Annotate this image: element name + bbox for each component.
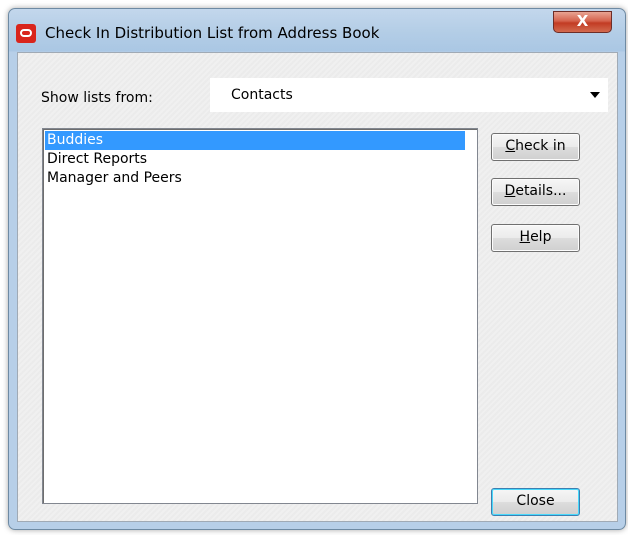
details-mnemonic: D	[504, 183, 516, 199]
chevron-down-icon[interactable]	[590, 92, 600, 98]
distribution-list-box[interactable]: Buddies Direct Reports Manager and Peers	[42, 128, 478, 504]
show-lists-value: Contacts	[231, 87, 293, 103]
check-in-label-rest: heck in	[515, 138, 566, 154]
list-item-manager-and-peers[interactable]: Manager and Peers	[45, 169, 465, 188]
dialog-window: Check In Distribution List from Address …	[8, 8, 626, 530]
show-lists-label: Show lists from:	[41, 90, 153, 106]
help-mnemonic: H	[519, 229, 531, 245]
details-label-rest: etails...	[515, 183, 567, 199]
check-in-mnemonic: C	[505, 138, 516, 154]
show-lists-dropdown[interactable]: Contacts	[210, 78, 608, 112]
dialog-body: Show lists from: Contacts Buddies Direct…	[17, 52, 618, 522]
oracle-logo-icon	[16, 24, 36, 43]
list-item-buddies[interactable]: Buddies	[45, 131, 465, 150]
details-button[interactable]: Details...	[491, 178, 580, 206]
close-button[interactable]: Close	[491, 488, 580, 516]
list-item-direct-reports[interactable]: Direct Reports	[45, 150, 465, 169]
help-button[interactable]: Help	[491, 224, 580, 252]
help-label-rest: elp	[530, 229, 552, 245]
title-bar[interactable]: Check In Distribution List from Address …	[9, 9, 625, 51]
window-close-button[interactable]: X	[553, 11, 612, 33]
check-in-button[interactable]: Check in	[491, 133, 580, 161]
window-title: Check In Distribution List from Address …	[45, 24, 380, 42]
